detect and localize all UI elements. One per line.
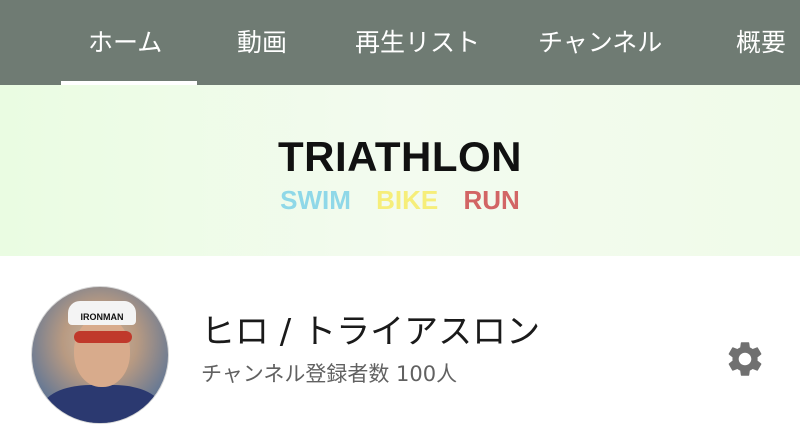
banner-title: TRIATHLON <box>277 133 522 180</box>
avatar-brand-text: IRONMAN <box>81 312 124 322</box>
avatar[interactable]: IRONMAN <box>31 286 169 424</box>
channel-banner: TRIATHLON SWIM BIKE RUN <box>0 85 800 256</box>
subscriber-count: チャンネル登録者数 100人 <box>201 362 458 386</box>
channel-header: IRONMAN ヒロ / トライアスロン チャンネル登録者数 100人 <box>0 256 800 439</box>
banner-subtitle: SWIM BIKE RUN <box>0 185 800 216</box>
tab-channels[interactable]: チャンネル <box>538 0 662 85</box>
banner-bike: BIKE <box>376 185 439 215</box>
tab-about-label: 概要 <box>736 28 787 57</box>
tab-channels-label: チャンネル <box>538 28 663 57</box>
tab-videos[interactable]: 動画 <box>237 0 287 85</box>
tab-videos-label: 動画 <box>237 28 288 57</box>
gear-icon[interactable] <box>724 338 766 380</box>
tab-about[interactable]: 概要 <box>736 0 786 85</box>
banner-swim: SWIM <box>280 185 351 215</box>
tab-playlists[interactable]: 再生リスト <box>355 0 480 85</box>
tab-home-label: ホーム <box>88 28 163 57</box>
banner-run: RUN <box>463 185 520 215</box>
channel-name: ヒロ / トライアスロン <box>201 312 541 352</box>
avatar-brand-mark: IRONMAN <box>81 312 124 322</box>
tab-bar: ホーム 動画 再生リスト チャンネル 概要 <box>0 0 800 85</box>
tab-home[interactable]: ホーム <box>88 0 162 85</box>
tab-playlists-label: 再生リスト <box>355 28 481 57</box>
